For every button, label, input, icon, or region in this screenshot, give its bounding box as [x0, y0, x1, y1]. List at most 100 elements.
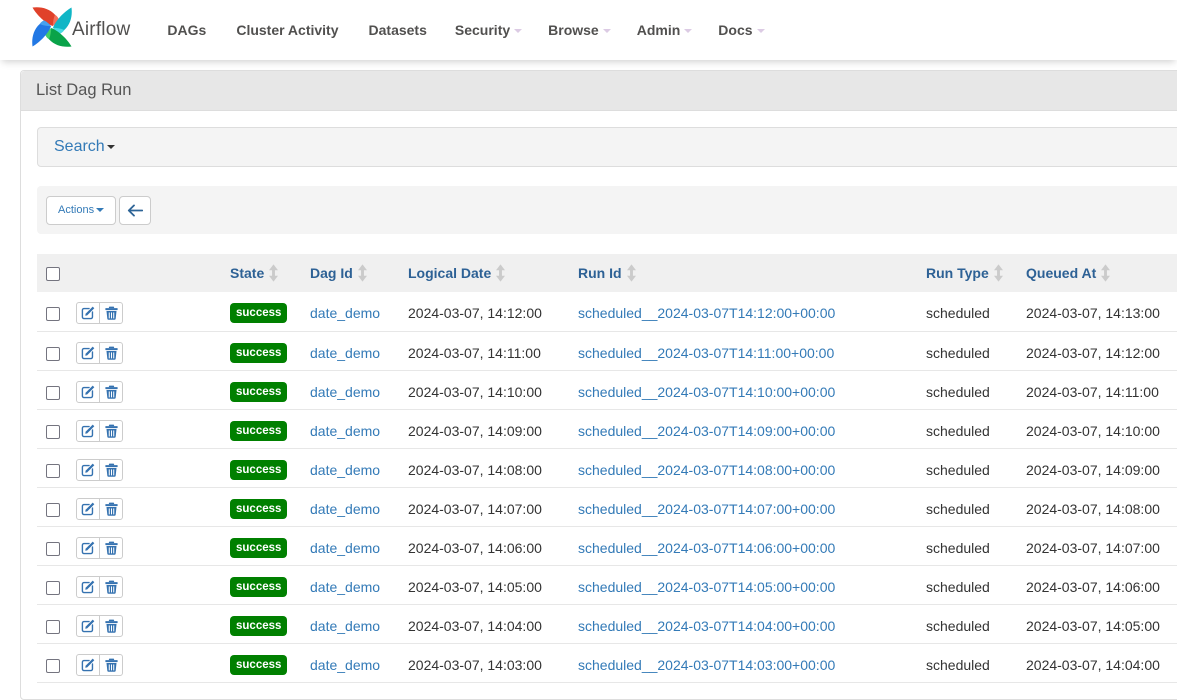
edit-record-button[interactable] [76, 654, 100, 676]
row-checkbox[interactable] [46, 620, 60, 634]
row-checkbox[interactable] [46, 659, 60, 673]
delete-record-button[interactable] [99, 498, 123, 520]
row-checkbox[interactable] [46, 307, 60, 321]
run-id-link[interactable]: scheduled__2024-03-07T14:08:00+00:00 [578, 462, 835, 478]
caret-down-icon [107, 145, 115, 149]
edit-record-button[interactable] [76, 459, 100, 481]
search-dropdown[interactable]: Search [37, 127, 1177, 167]
run-id-link[interactable]: scheduled__2024-03-07T14:04:00+00:00 [578, 618, 835, 634]
edit-record-button[interactable] [76, 381, 100, 403]
dag-id-link[interactable]: date_demo [310, 501, 380, 517]
nav-item-browse[interactable]: Browse [535, 12, 624, 48]
dag-id-link[interactable]: date_demo [310, 305, 380, 321]
state-badge: success [230, 577, 287, 597]
nav-item-admin[interactable]: Admin [624, 12, 706, 48]
column-header-label: Run Id [578, 265, 622, 281]
column-header-state[interactable]: State [222, 254, 302, 292]
column-header-label: Run Type [926, 265, 989, 281]
delete-record-button[interactable] [99, 381, 123, 403]
row-checkbox[interactable] [46, 464, 60, 478]
column-header-queued-at[interactable]: Queued At [1018, 254, 1177, 292]
run-id-link[interactable]: scheduled__2024-03-07T14:11:00+00:00 [578, 345, 834, 361]
queued-at-cell: 2024-03-07, 14:08:00 [1018, 487, 1177, 526]
row-actions [76, 576, 123, 598]
sort-icon[interactable] [358, 264, 367, 282]
dag-id-link[interactable]: date_demo [310, 423, 380, 439]
dag-id-link[interactable]: date_demo [310, 540, 380, 556]
edit-record-button[interactable] [76, 615, 100, 637]
dag-id-link[interactable]: date_demo [310, 618, 380, 634]
nav-item-label: Cluster Activity [236, 22, 338, 38]
delete-record-button[interactable] [99, 654, 123, 676]
actions-button-label: Actions [58, 204, 94, 216]
delete-record-button[interactable] [99, 342, 123, 364]
edit-record-button[interactable] [76, 302, 100, 324]
nav-item-datasets[interactable]: Datasets [354, 12, 442, 48]
table-row: success date_demo 2024-03-07, 14:09:00 s… [37, 409, 1177, 448]
run-type-cell: scheduled [918, 448, 1018, 487]
state-badge: success [230, 616, 287, 636]
select-all-checkbox[interactable] [46, 267, 60, 281]
run-id-link[interactable]: scheduled__2024-03-07T14:12:00+00:00 [578, 305, 835, 321]
run-type-cell: scheduled [918, 331, 1018, 370]
actions-toolbar: Actions [37, 186, 1177, 234]
sort-icon[interactable] [1101, 264, 1110, 282]
edit-record-button[interactable] [76, 342, 100, 364]
queued-at-cell: 2024-03-07, 14:13:00 [1018, 292, 1177, 331]
edit-record-button[interactable] [76, 537, 100, 559]
row-actions [76, 459, 123, 481]
edit-record-button[interactable] [76, 420, 100, 442]
sort-icon[interactable] [269, 264, 278, 282]
delete-record-button[interactable] [99, 302, 123, 324]
nav-item-security[interactable]: Security [442, 12, 535, 48]
run-id-link[interactable]: scheduled__2024-03-07T14:05:00+00:00 [578, 579, 835, 595]
nav-item-docs[interactable]: Docs [705, 12, 777, 48]
row-checkbox[interactable] [46, 425, 60, 439]
sort-icon[interactable] [627, 264, 636, 282]
run-id-link[interactable]: scheduled__2024-03-07T14:06:00+00:00 [578, 540, 835, 556]
table-row: success date_demo 2024-03-07, 14:10:00 s… [37, 370, 1177, 409]
row-checkbox[interactable] [46, 503, 60, 517]
edit-icon [81, 541, 95, 555]
dag-id-link[interactable]: date_demo [310, 657, 380, 673]
row-actions [76, 381, 123, 403]
row-actions [76, 420, 123, 442]
search-label: Search [54, 138, 105, 156]
delete-record-button[interactable] [99, 615, 123, 637]
dag-id-link[interactable]: date_demo [310, 345, 380, 361]
delete-record-button[interactable] [99, 576, 123, 598]
edit-record-button[interactable] [76, 576, 100, 598]
dag-id-link[interactable]: date_demo [310, 579, 380, 595]
airflow-logo[interactable]: Airflow [32, 10, 130, 50]
nav-item-cluster-activity[interactable]: Cluster Activity [221, 12, 353, 48]
edit-icon [81, 463, 95, 477]
nav-item-dags[interactable]: DAGs [152, 12, 221, 48]
dag-id-link[interactable]: date_demo [310, 384, 380, 400]
run-id-link[interactable]: scheduled__2024-03-07T14:10:00+00:00 [578, 384, 835, 400]
run-type-cell: scheduled [918, 292, 1018, 331]
run-id-link[interactable]: scheduled__2024-03-07T14:07:00+00:00 [578, 501, 835, 517]
column-header-logical-date[interactable]: Logical Date [400, 254, 570, 292]
back-button[interactable] [119, 196, 151, 225]
column-header-label: Queued At [1026, 265, 1096, 281]
trash-icon [105, 580, 118, 594]
delete-record-button[interactable] [99, 537, 123, 559]
column-header-run-type[interactable]: Run Type [918, 254, 1018, 292]
row-checkbox[interactable] [46, 386, 60, 400]
column-header-dag-id[interactable]: Dag Id [302, 254, 400, 292]
sort-icon[interactable] [496, 264, 505, 282]
trash-icon [105, 658, 118, 672]
row-checkbox[interactable] [46, 347, 60, 361]
column-header-run-id[interactable]: Run Id [570, 254, 918, 292]
delete-record-button[interactable] [99, 420, 123, 442]
sort-icon[interactable] [994, 264, 1003, 282]
run-id-link[interactable]: scheduled__2024-03-07T14:09:00+00:00 [578, 423, 835, 439]
actions-button[interactable]: Actions [46, 196, 116, 225]
trash-icon [105, 346, 118, 360]
edit-record-button[interactable] [76, 498, 100, 520]
dag-id-link[interactable]: date_demo [310, 462, 380, 478]
delete-record-button[interactable] [99, 459, 123, 481]
row-checkbox[interactable] [46, 581, 60, 595]
row-checkbox[interactable] [46, 542, 60, 556]
run-id-link[interactable]: scheduled__2024-03-07T14:03:00+00:00 [578, 657, 835, 673]
